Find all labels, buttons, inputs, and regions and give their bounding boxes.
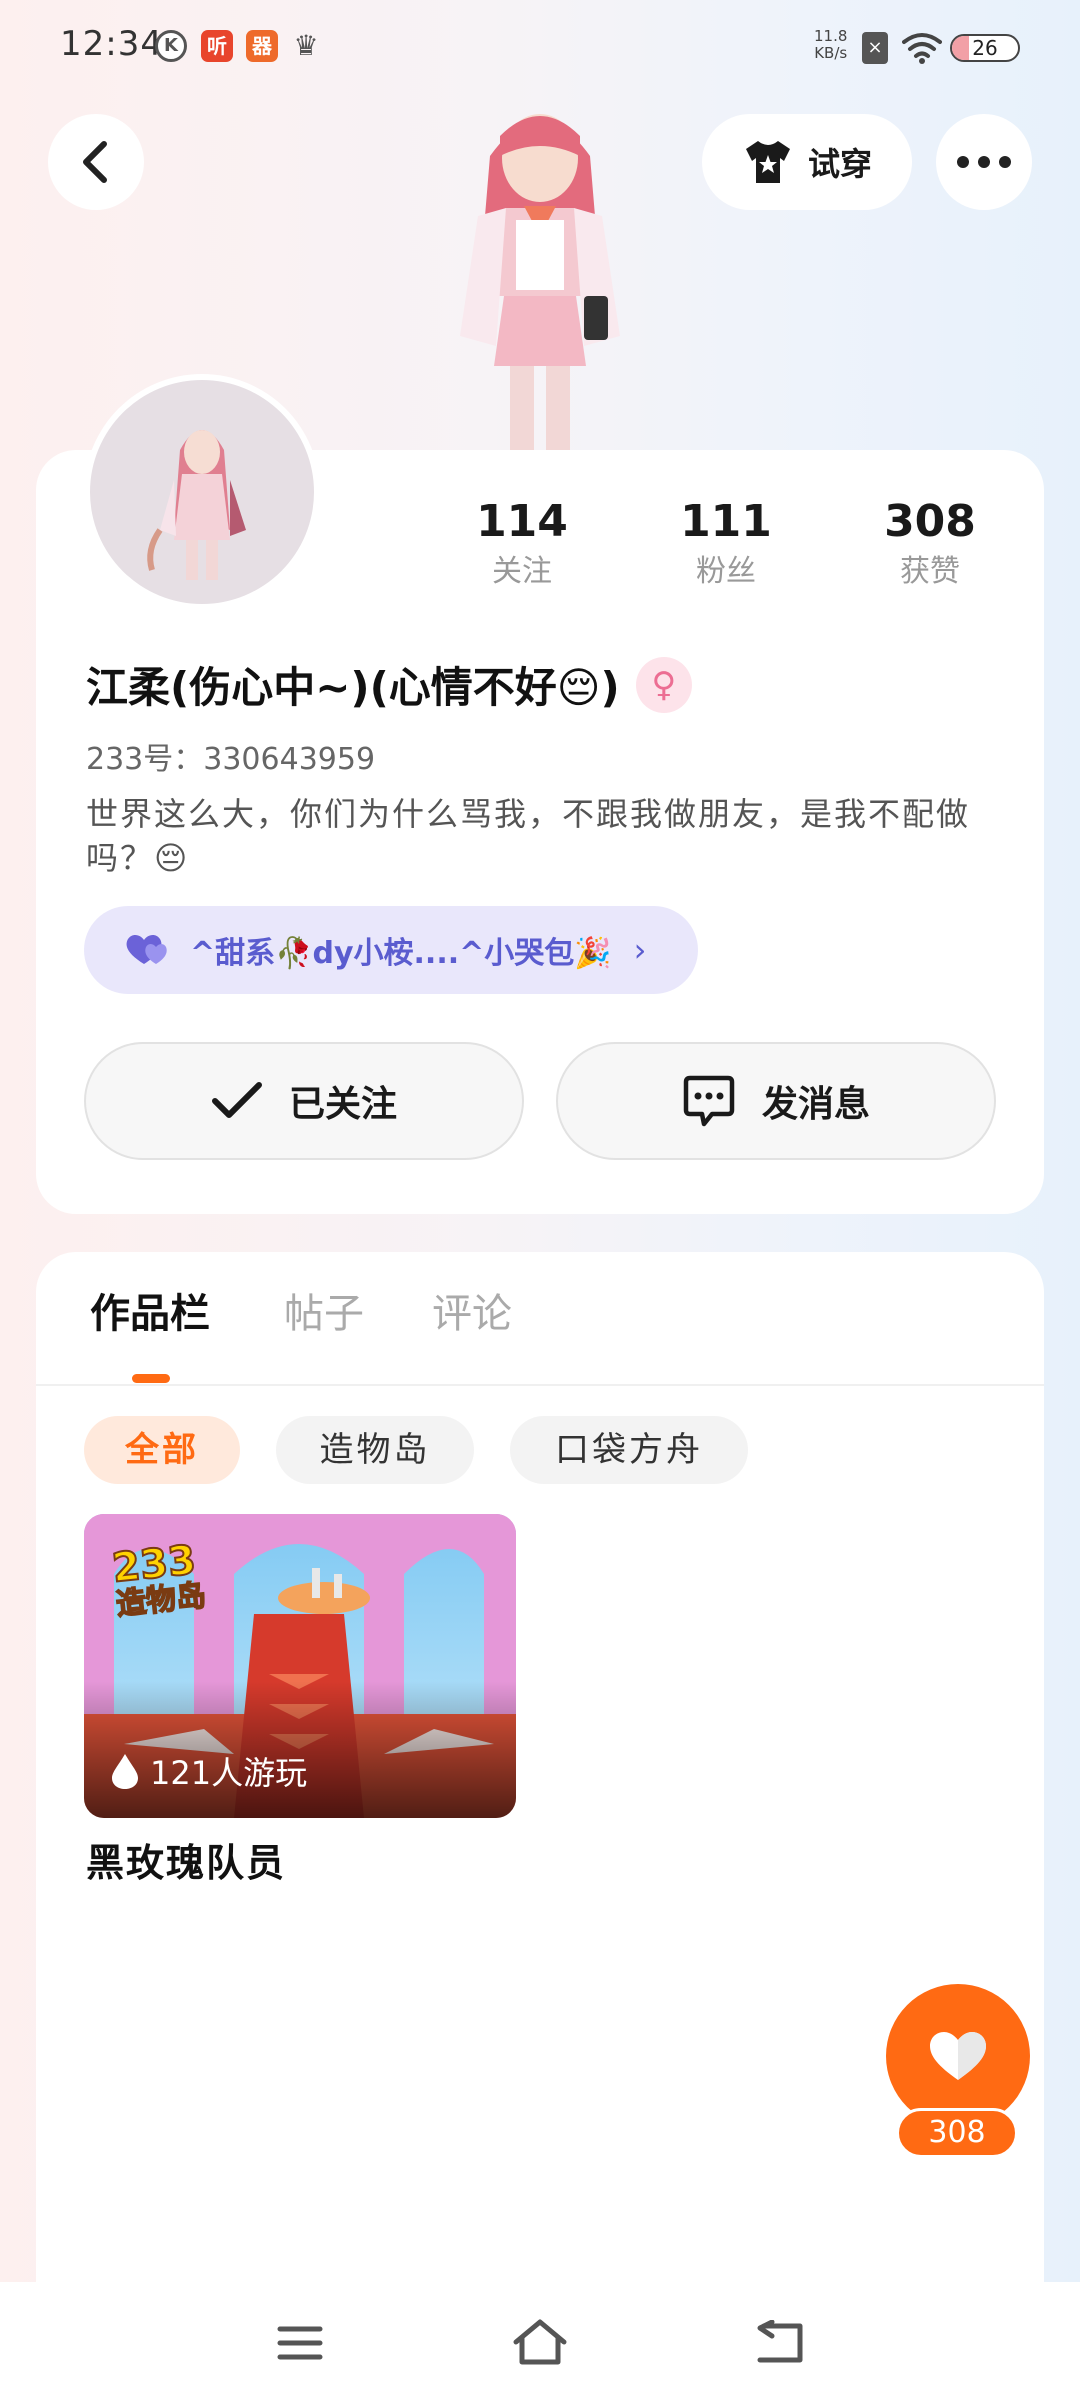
battery-indicator: 26 <box>950 34 1020 62</box>
crown-icon: ♛ <box>293 29 319 62</box>
menu-icon <box>277 2326 323 2360</box>
filter-creation-island[interactable]: 造物岛 <box>276 1416 474 1484</box>
chat-bubble-icon <box>683 1075 735 1127</box>
avatar-3d-figure <box>460 114 620 452</box>
send-message-button[interactable]: 发消息 <box>556 1042 996 1160</box>
user-bio: 世界这么大，你们为什么骂我，不跟我做朋友，是我不配做吗？😔 <box>86 795 971 877</box>
work-title[interactable]: 黑玫瑰队员 <box>86 1832 286 1887</box>
chevron-left-icon <box>83 141 107 183</box>
double-heart-icon <box>126 934 167 964</box>
tab-posts[interactable]: 帖子 <box>284 1286 364 1342</box>
stat-followers[interactable]: 111 粉丝 <box>656 496 796 592</box>
active-tab-indicator <box>132 1374 170 1383</box>
game-logo: 233 造物岛 <box>109 1536 208 1623</box>
status-bar: 12:34 K 听 器 ♛ 11.8 KB/s × 26 <box>0 0 1080 96</box>
notification-listen-app-icon: 听 <box>201 30 233 62</box>
name-row: 江柔(伤心中~)(心情不好😔) ♀ <box>86 654 692 715</box>
stat-following[interactable]: 114 关注 <box>452 496 592 592</box>
heart-icon <box>930 2032 986 2080</box>
group-name: ^甜系🥀dy小桉....^小哭包🎉 <box>190 936 612 971</box>
tshirt-icon <box>745 141 790 183</box>
user-id: 233号：330643959 <box>86 742 376 777</box>
try-on-button[interactable]: 试穿 <box>702 114 912 210</box>
home-icon <box>513 2319 567 2365</box>
notification-k-icon: K <box>155 30 187 62</box>
avatar-image <box>147 430 246 580</box>
followed-button[interactable]: 已关注 <box>84 1042 524 1160</box>
filter-all[interactable]: 全部 <box>84 1416 240 1484</box>
check-icon <box>211 1082 262 1118</box>
profile-avatar[interactable] <box>84 374 320 610</box>
female-gender-icon: ♀ <box>635 656 692 713</box>
chevron-right-icon: › <box>633 931 647 969</box>
tab-comments[interactable]: 评论 <box>432 1286 512 1342</box>
home-button[interactable] <box>505 2310 575 2376</box>
recent-apps-button[interactable] <box>265 2310 335 2376</box>
back-button[interactable] <box>48 114 144 210</box>
wifi-icon <box>902 33 942 64</box>
try-on-label: 试穿 <box>807 145 872 183</box>
group-link[interactable]: ^甜系🥀dy小桉....^小哭包🎉 › <box>84 906 698 994</box>
more-options-button[interactable] <box>936 114 1032 210</box>
status-time: 12:34 <box>60 24 163 64</box>
work-card-thumbnail[interactable]: 233 造物岛 121人游玩 <box>84 1514 516 1818</box>
user-name: 江柔(伤心中~)(心情不好😔) <box>86 663 620 712</box>
play-count: 121人游玩 <box>110 1748 307 1794</box>
more-dots-icon <box>957 156 1011 168</box>
back-icon <box>757 2320 803 2363</box>
filter-pocket-ark[interactable]: 口袋方舟 <box>510 1416 748 1484</box>
no-sim-icon: × <box>862 32 888 64</box>
stat-likes[interactable]: 308 获赞 <box>860 496 1000 592</box>
tab-works[interactable]: 作品栏 <box>90 1286 210 1342</box>
like-count-badge: 308 <box>896 2108 1018 2158</box>
tabs-divider <box>36 1384 1044 1386</box>
system-back-button[interactable] <box>745 2310 815 2376</box>
system-nav-bar <box>0 2282 1080 2404</box>
drop-icon <box>112 1754 138 1789</box>
network-speed: 11.8 KB/s <box>814 27 848 62</box>
like-button[interactable] <box>886 1984 1030 2128</box>
notification-app-icon: 器 <box>246 30 278 62</box>
